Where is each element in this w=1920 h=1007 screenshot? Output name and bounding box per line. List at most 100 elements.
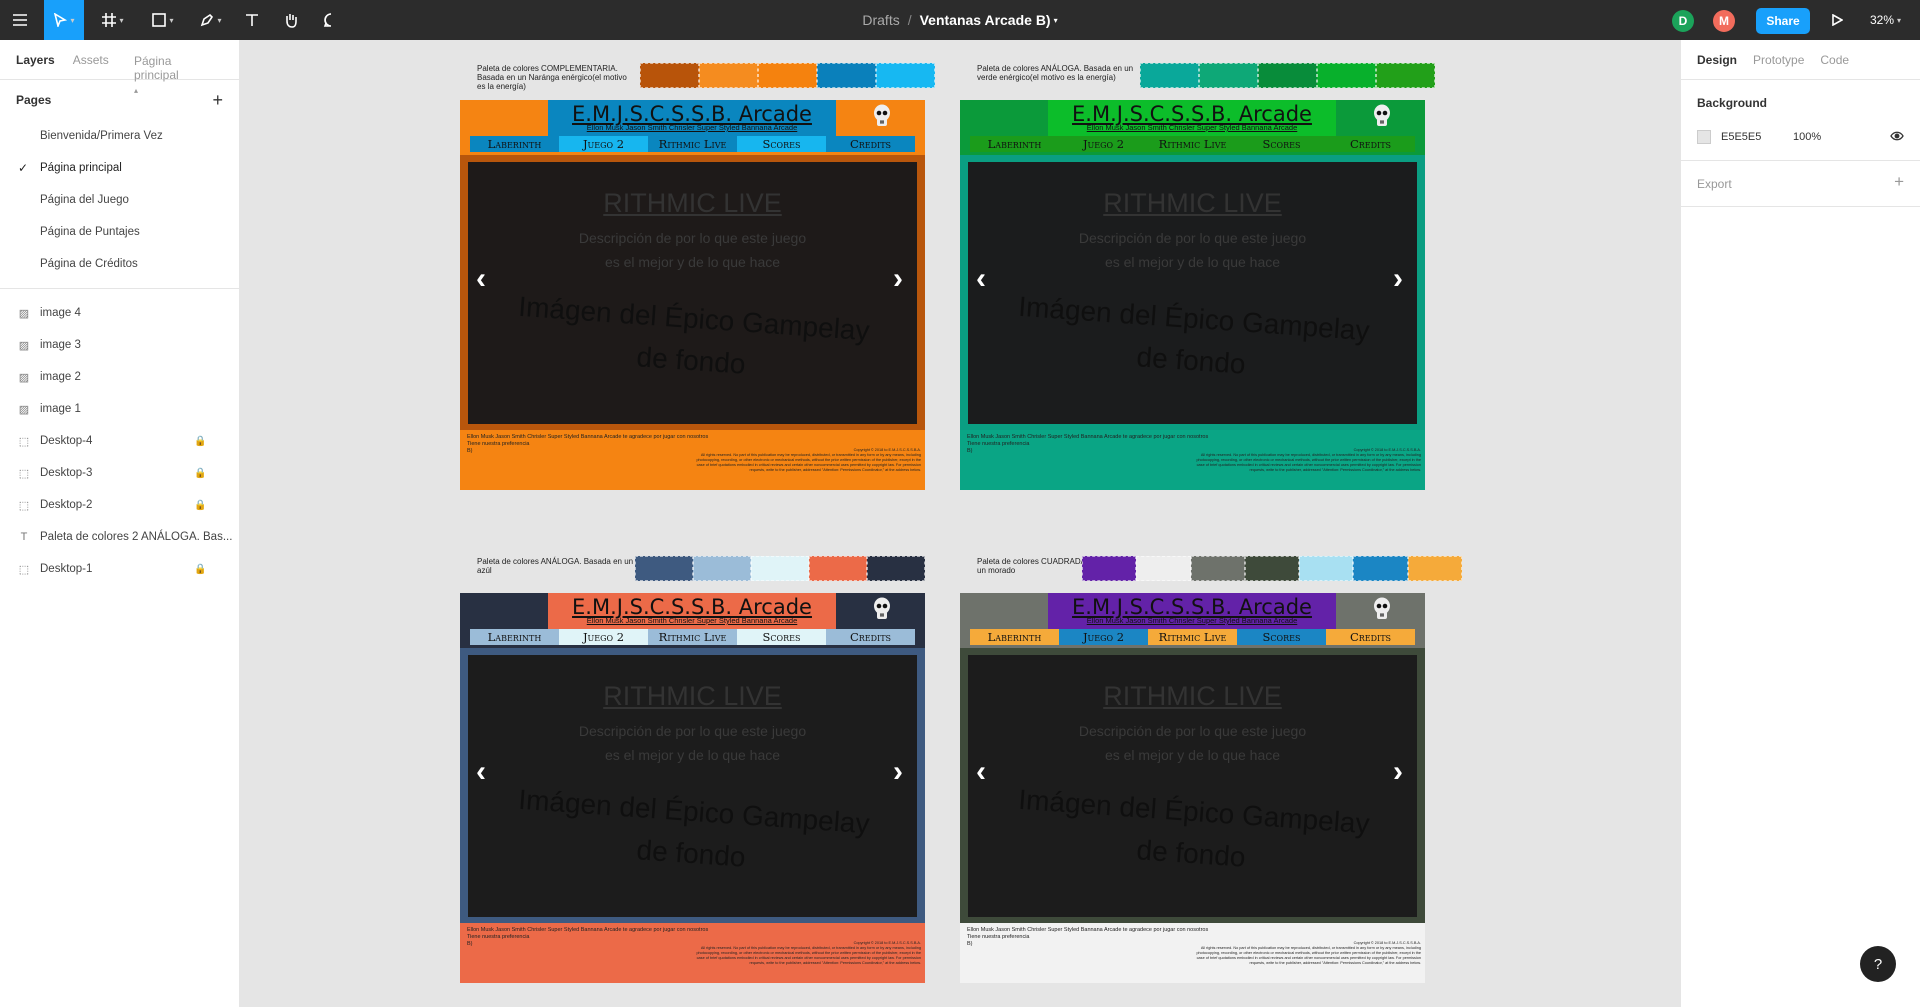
zoom-menu[interactable]: 32% ▾ <box>1870 0 1901 40</box>
footer-preference: Tiene nuestra preferencia <box>967 934 1030 940</box>
site-subtitle: Ellon Musk Jason Smith Chrisler Super St… <box>586 616 798 625</box>
frame-tool-button[interactable]: ▾ <box>98 0 128 40</box>
color-swatch[interactable] <box>1697 130 1711 144</box>
site-subtitle: Ellon Musk Jason Smith Chrisler Super St… <box>586 123 798 132</box>
page-item[interactable]: Página del Juego <box>0 184 239 216</box>
chevron-right-icon[interactable]: › <box>1393 264 1403 294</box>
move-tool-button[interactable]: ▾ <box>44 0 84 40</box>
shape-tool-button[interactable]: ▾ <box>146 0 180 40</box>
nav-item[interactable]: Laberinth <box>470 629 559 645</box>
page-item[interactable]: Página de Créditos <box>0 248 239 280</box>
palette-swatches <box>635 556 925 581</box>
chevron-right-icon[interactable]: › <box>893 264 903 294</box>
share-button[interactable]: Share <box>1756 8 1810 34</box>
tab-code[interactable]: Code <box>1820 53 1849 67</box>
nav-item[interactable]: Rithmic Live <box>1148 629 1237 645</box>
nav-item[interactable]: Laberinth <box>470 136 559 152</box>
game-title: RITHMIC LIVE <box>603 681 782 711</box>
tab-prototype[interactable]: Prototype <box>1753 53 1804 67</box>
footer-preference: Tiene nuestra preferencia <box>467 934 530 940</box>
lock-icon[interactable]: 🔒 <box>194 436 206 447</box>
nav-item[interactable]: Scores <box>737 136 826 152</box>
tab-layers[interactable]: Layers <box>16 53 55 67</box>
color-swatch <box>1376 63 1435 88</box>
palette-label: Paleta de colores ANÁLOGA. Basada en un … <box>477 557 634 575</box>
avatar[interactable]: M <box>1713 10 1735 32</box>
lock-icon[interactable]: 🔒 <box>194 564 206 575</box>
breadcrumb-drafts[interactable]: Drafts <box>862 12 899 28</box>
layer-item[interactable]: ▨ image 4 <box>0 297 239 329</box>
nav-item[interactable]: Scores <box>737 629 826 645</box>
layer-item[interactable]: ⬚ Desktop-1 🔒 <box>0 553 239 585</box>
lock-icon[interactable]: 🔒 <box>194 468 206 479</box>
file-name-button[interactable]: Ventanas Arcade B) <box>920 12 1051 28</box>
text-icon <box>246 14 258 26</box>
desktop-frame[interactable]: E.M.J.S.C.S.S.B. Arcade Ellon Musk Jason … <box>460 100 925 490</box>
tab-assets[interactable]: Assets <box>73 53 109 67</box>
page-item[interactable]: Página de Puntajes <box>0 216 239 248</box>
help-button[interactable]: ? <box>1860 946 1896 982</box>
page-selector[interactable]: Página principal ▴ <box>134 54 221 96</box>
nav-item[interactable]: Scores <box>1237 136 1326 152</box>
chevron-left-icon[interactable]: ‹ <box>976 757 986 787</box>
nav-item[interactable]: Rithmic Live <box>648 629 737 645</box>
eye-icon[interactable] <box>1890 131 1904 144</box>
site-footer: Ellon Musk Jason Smith Chrisler Super St… <box>460 923 925 983</box>
chevron-left-icon[interactable]: ‹ <box>976 264 986 294</box>
text-tool-button[interactable] <box>242 0 262 40</box>
layer-item[interactable]: ▨ image 1 <box>0 393 239 425</box>
page-selector-label: Página principal <box>134 54 179 82</box>
layer-item[interactable]: ▨ image 3 <box>0 329 239 361</box>
site-title-bar: E.M.J.S.C.S.S.B. Arcade Ellon Musk Jason … <box>1048 593 1336 629</box>
footer-thanks: Ellon Musk Jason Smith Chrisler Super St… <box>467 927 709 933</box>
nav-item[interactable]: Juego 2 <box>1059 629 1148 645</box>
lock-icon[interactable]: 🔒 <box>194 500 206 511</box>
chevron-left-icon[interactable]: ‹ <box>476 264 486 294</box>
canvas[interactable]: Paleta de colores COMPLEMENTARIA. Basada… <box>240 40 1680 1007</box>
desktop-frame[interactable]: E.M.J.S.C.S.S.B. Arcade Ellon Musk Jason … <box>460 593 925 983</box>
site-footer: Ellon Musk Jason Smith Chrisler Super St… <box>460 430 925 490</box>
nav-item[interactable]: Juego 2 <box>1059 136 1148 152</box>
background-opacity[interactable]: 100% <box>1793 131 1821 143</box>
export-title: Export <box>1697 177 1732 191</box>
color-swatch <box>1353 556 1408 581</box>
game-carousel: RITHMIC LIVE Descripción de por lo que es… <box>968 162 1417 424</box>
layer-item[interactable]: ⬚ Desktop-4 🔒 <box>0 425 239 457</box>
comment-tool-button[interactable] <box>320 0 342 40</box>
background-hex[interactable]: E5E5E5 <box>1721 131 1793 143</box>
tab-design[interactable]: Design <box>1697 53 1737 67</box>
nav-item[interactable]: Scores <box>1237 629 1326 645</box>
nav-item[interactable]: Laberinth <box>970 136 1059 152</box>
site-title: E.M.J.S.C.S.S.B. Arcade <box>1072 595 1312 619</box>
layer-item[interactable]: T Paleta de colores 2 ANÁLOGA. Bas... <box>0 521 239 553</box>
desktop-frame[interactable]: E.M.J.S.C.S.S.B. Arcade Ellon Musk Jason … <box>960 593 1425 983</box>
layer-item[interactable]: ⬚ Desktop-3 🔒 <box>0 457 239 489</box>
nav-item[interactable]: Rithmic Live <box>648 136 737 152</box>
add-export-button[interactable]: + <box>1894 172 1904 192</box>
color-swatch <box>693 556 751 581</box>
color-swatch <box>809 556 867 581</box>
page-item[interactable]: ✓ Página principal <box>0 152 239 184</box>
nav-bar: Laberinth Juego 2 Rithmic Live Scores Credit… <box>970 629 1415 645</box>
chevron-right-icon[interactable]: › <box>1393 757 1403 787</box>
layer-item[interactable]: ▨ image 2 <box>0 361 239 393</box>
nav-item[interactable]: Juego 2 <box>559 136 648 152</box>
avatar[interactable]: D <box>1672 10 1694 32</box>
site-header: E.M.J.S.C.S.S.B. Arcade Ellon Musk Jason … <box>460 593 925 648</box>
present-button[interactable] <box>1825 0 1849 40</box>
hand-tool-button[interactable] <box>280 0 302 40</box>
nav-item[interactable]: Rithmic Live <box>1148 136 1237 152</box>
nav-item[interactable]: Laberinth <box>970 629 1059 645</box>
nav-item[interactable]: Credits <box>826 629 915 645</box>
main-menu-button[interactable] <box>8 0 32 40</box>
nav-item[interactable]: Credits <box>826 136 915 152</box>
layer-item[interactable]: ⬚ Desktop-2 🔒 <box>0 489 239 521</box>
page-item[interactable]: Bienvenida/Primera Vez <box>0 120 239 152</box>
desktop-frame[interactable]: E.M.J.S.C.S.S.B. Arcade Ellon Musk Jason … <box>960 100 1425 490</box>
nav-item[interactable]: Credits <box>1326 629 1415 645</box>
nav-item[interactable]: Credits <box>1326 136 1415 152</box>
chevron-left-icon[interactable]: ‹ <box>476 757 486 787</box>
pen-tool-button[interactable]: ▾ <box>194 0 228 40</box>
nav-item[interactable]: Juego 2 <box>559 629 648 645</box>
chevron-right-icon[interactable]: › <box>893 757 903 787</box>
